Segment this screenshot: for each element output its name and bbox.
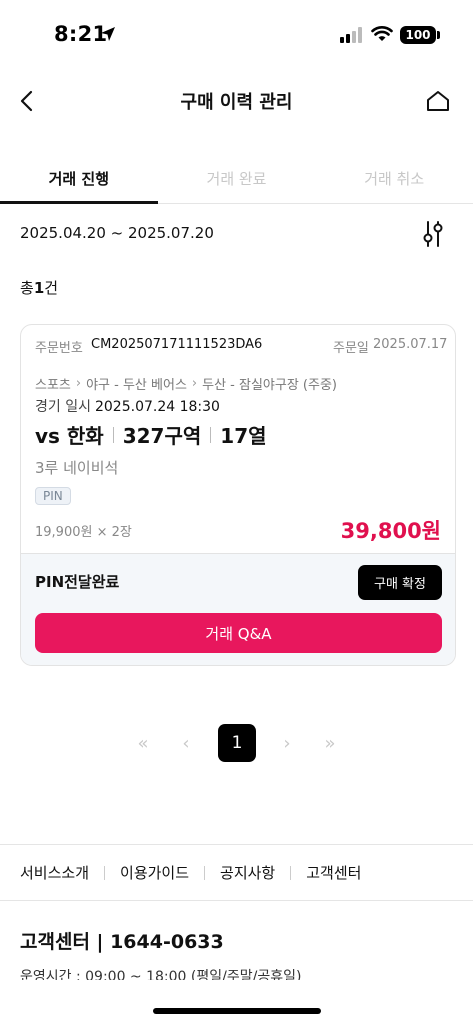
nav-bar: 구매 이력 관리 [0, 78, 473, 124]
chevron-right-icon: › [191, 376, 198, 391]
footer-link-customer-center[interactable]: 고객센터 [306, 862, 361, 883]
battery-icon: 100 [400, 26, 436, 44]
home-button[interactable] [423, 86, 453, 116]
delivery-type-tag: PIN [35, 487, 71, 505]
filter-button[interactable] [418, 218, 448, 250]
order-card[interactable]: 주문번호 CM202507171111523DA6 주문일 2025.07.17… [20, 324, 456, 666]
unit-price-quantity: 19,900원 × 2장 [35, 525, 132, 540]
date-range: 2025.04.20 ~ 2025.07.20 [20, 224, 214, 242]
pagination: « ‹ 1 › » [0, 724, 473, 762]
section: 327구역 [122, 424, 202, 448]
order-date: 2025.07.17 [373, 337, 448, 352]
order-date-label: 주문일 [333, 341, 369, 356]
breadcrumb-item: 야구 - 두산 베어스 [86, 378, 187, 393]
match-seat-line: vs 한화 327구역 17열 [35, 420, 267, 449]
first-page-button[interactable]: « [124, 724, 162, 762]
filter-sliders-icon [423, 221, 443, 247]
breadcrumb-item: 두산 - 잠실야구장 (주중) [202, 378, 337, 393]
footer-link-notice[interactable]: 공지사항 [220, 862, 275, 883]
location-arrow-icon [101, 27, 115, 41]
footer-link-service-intro[interactable]: 서비스소개 [20, 862, 89, 883]
prev-page-button[interactable]: ‹ [167, 724, 205, 762]
tab-completed[interactable]: 거래 완료 [158, 158, 316, 203]
delivery-status: PIN전달완료 [35, 573, 120, 591]
game-time-value: 2025.07.24 18:30 [94, 399, 220, 415]
game-time-label: 경기 일시 [35, 399, 91, 415]
order-number: CM202507171111523DA6 [91, 337, 263, 352]
cellular-signal-icon [340, 27, 362, 43]
divider [104, 865, 106, 880]
status-bar: 8:21 100 [0, 0, 473, 70]
divider [112, 426, 114, 443]
divider [204, 865, 206, 880]
trade-qa-button[interactable]: 거래 Q&A [35, 613, 442, 653]
home-icon [427, 91, 449, 111]
row: 17열 [220, 424, 267, 448]
page-title: 구매 이력 관리 [180, 92, 293, 113]
current-page[interactable]: 1 [218, 724, 256, 762]
game-time: 경기 일시 2025.07.24 18:30 [35, 396, 220, 416]
confirm-purchase-button[interactable]: 구매 확정 [358, 565, 442, 600]
footer-divider [0, 844, 473, 845]
breadcrumb-item: 스포츠 [35, 378, 71, 393]
seat-type: 3루 네이비석 [35, 459, 119, 477]
total-number: 1 [33, 279, 45, 297]
home-indicator [153, 1008, 321, 1014]
divider [210, 426, 212, 443]
total-suffix: 건 [44, 279, 59, 297]
total-count: 총1건 [20, 277, 58, 298]
total-price: 39,800원 [340, 519, 441, 543]
tab-in-progress[interactable]: 거래 진행 [0, 158, 158, 204]
event-breadcrumb: 스포츠 › 야구 - 두산 베어스 › 두산 - 잠실야구장 (주중) [35, 374, 337, 393]
customer-center-phone: 고객센터 | 1644-0633 [20, 931, 224, 953]
footer-divider [0, 900, 473, 901]
battery-cap [437, 31, 440, 39]
tab-bar: 거래 진행 거래 완료 거래 취소 [0, 158, 473, 204]
wifi-icon [371, 26, 393, 41]
total-prefix: 총 [20, 279, 34, 297]
operating-hours: 운영시간 : 09:00 ~ 18:00 (평일/주말/공휴일) [20, 969, 302, 980]
order-card-body: 주문번호 CM202507171111523DA6 주문일 2025.07.17… [21, 325, 455, 553]
operating-hours-clip: 운영시간 : 09:00 ~ 18:00 (평일/주말/공휴일) [20, 966, 460, 980]
last-page-button[interactable]: » [311, 724, 349, 762]
order-card-footer: PIN전달완료 구매 확정 거래 Q&A [21, 553, 455, 665]
footer-link-guide[interactable]: 이용가이드 [120, 862, 189, 883]
tab-cancelled[interactable]: 거래 취소 [315, 158, 473, 203]
divider [290, 865, 292, 880]
footer-links: 서비스소개 이용가이드 공지사항 고객센터 [20, 862, 361, 883]
order-number-label: 주문번호 [35, 341, 83, 356]
chevron-right-icon: › [75, 376, 82, 391]
opponent: vs 한화 [35, 424, 104, 448]
next-page-button[interactable]: › [268, 724, 306, 762]
